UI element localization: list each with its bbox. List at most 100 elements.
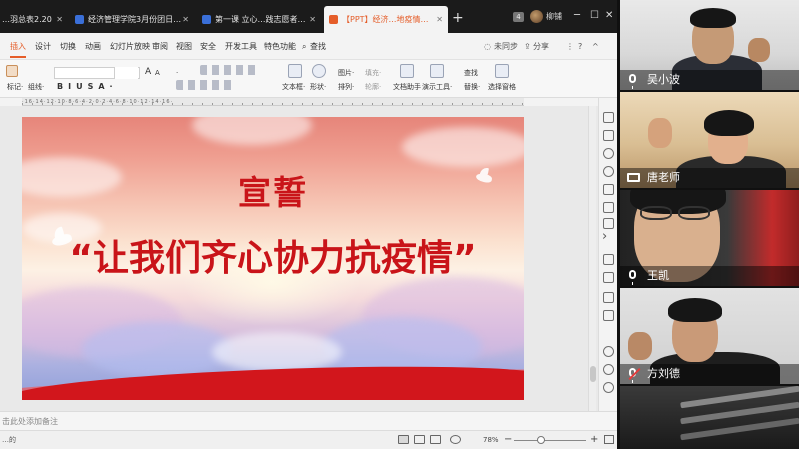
close-icon[interactable]: ✕ xyxy=(436,6,443,33)
presentation-tools-button[interactable]: 演示工具· xyxy=(422,82,452,92)
tools-icon[interactable] xyxy=(603,218,614,229)
close-window-icon[interactable]: ✕ xyxy=(605,8,613,24)
close-icon[interactable]: ✕ xyxy=(182,6,189,33)
participant-tile[interactable]: 唐老师 xyxy=(620,92,799,188)
window-icon[interactable] xyxy=(603,292,614,303)
menu-search[interactable]: 查找 xyxy=(310,40,326,54)
shape-icon[interactable] xyxy=(312,64,326,78)
screen-share-icon[interactable] xyxy=(627,173,640,182)
fit-window-icon[interactable] xyxy=(604,435,614,444)
normal-view-icon[interactable] xyxy=(398,435,409,444)
doc-tab-2[interactable]: 经济管理学院3月份团日活动计划 ✕ xyxy=(70,6,194,33)
sync-icon[interactable]: ◌ xyxy=(484,40,491,54)
participant-tile[interactable]: 方刘德 xyxy=(620,288,799,384)
collapse-ribbon-icon[interactable]: ^ xyxy=(592,40,599,54)
calendar-icon[interactable] xyxy=(603,272,614,283)
avatar[interactable] xyxy=(530,10,543,23)
picture-icon[interactable] xyxy=(603,310,614,321)
font-size-select[interactable] xyxy=(114,67,138,79)
minimize-icon[interactable]: ─ xyxy=(574,8,580,24)
paste-options[interactable]: 标记· xyxy=(7,82,23,92)
zoom-slider-handle[interactable] xyxy=(537,436,545,444)
doc-tab-4-active[interactable]: 【PPT】经济…地疫情开展典礼 ✕ xyxy=(324,6,448,33)
user-name[interactable]: 柳铺 xyxy=(546,10,562,23)
participant-tile[interactable]: 吴小波 xyxy=(620,0,799,90)
link-icon[interactable] xyxy=(603,148,614,159)
zoom-level[interactable]: 78% xyxy=(483,434,499,446)
line-options[interactable]: 组线· xyxy=(28,82,44,92)
replace-button[interactable]: 替换· xyxy=(464,82,480,92)
arrange-button[interactable]: 排列· xyxy=(338,82,354,92)
presentation-tools-icon[interactable] xyxy=(430,64,444,78)
chevron-right-icon[interactable]: › xyxy=(602,230,607,243)
participant-tile[interactable] xyxy=(620,386,799,449)
select-pane-button[interactable]: 选择窗格 xyxy=(488,82,516,92)
notes-placeholder[interactable]: 击此处添加备注 xyxy=(2,416,58,428)
share-button[interactable]: 分享 xyxy=(533,40,549,54)
slide-title[interactable]: 宣誓 xyxy=(22,173,524,213)
settings-icon[interactable] xyxy=(603,346,614,357)
window-count-badge[interactable]: 4 xyxy=(513,12,524,22)
microphone-muted-icon[interactable] xyxy=(629,368,636,383)
microphone-icon[interactable] xyxy=(629,74,636,89)
fill-button[interactable]: 填充· xyxy=(365,68,381,78)
share-icon[interactable]: ⇪ xyxy=(524,40,531,54)
picture-button[interactable]: 图片· xyxy=(338,68,354,78)
notes-pane[interactable]: 击此处添加备注 xyxy=(0,411,617,431)
font-size-increase[interactable]: A xyxy=(145,67,151,77)
grid-icon[interactable] xyxy=(603,202,614,213)
menu-item-design[interactable]: 设计 xyxy=(35,40,51,54)
menu-item-security[interactable]: 安全 xyxy=(200,40,216,54)
close-icon[interactable]: ✕ xyxy=(309,6,316,33)
format-buttons[interactable]: BIUSA· xyxy=(57,82,118,92)
vertical-scrollbar[interactable] xyxy=(588,106,596,411)
current-slide[interactable]: 宣誓 “让我们齐心协力抗疫情” xyxy=(22,117,524,400)
scrollbar-thumb[interactable] xyxy=(590,366,596,382)
text-box-button[interactable]: 文本框· xyxy=(282,82,305,92)
image-icon[interactable] xyxy=(603,254,614,265)
sync-status[interactable]: 未同步 xyxy=(494,40,518,54)
slide-subtitle[interactable]: “让我们齐心协力抗疫情” xyxy=(22,237,524,281)
menu-item-view[interactable]: 视图 xyxy=(176,40,192,54)
menu-item-features[interactable]: 特色功能 xyxy=(264,40,296,54)
home-icon[interactable] xyxy=(603,112,614,123)
search-icon[interactable]: ⌕ xyxy=(302,40,306,54)
maximize-icon[interactable]: ☐ xyxy=(590,8,599,24)
microphone-icon[interactable] xyxy=(629,270,636,285)
list-icon[interactable] xyxy=(200,65,260,75)
find-button[interactable]: 查找 xyxy=(464,68,478,78)
zoom-slider[interactable] xyxy=(514,440,586,441)
outline-button[interactable]: 轮廓· xyxy=(365,82,381,92)
doc-helper-icon[interactable] xyxy=(400,64,414,78)
text-box-icon[interactable] xyxy=(288,64,302,78)
menu-item-animation[interactable]: 动画 xyxy=(85,40,101,54)
align-icon[interactable] xyxy=(176,80,236,90)
new-tab-button[interactable]: + xyxy=(452,7,464,29)
doc-helper-button[interactable]: 文档助手 xyxy=(393,82,421,92)
menu-item-developer[interactable]: 开发工具 xyxy=(225,40,257,54)
reading-view-icon[interactable] xyxy=(430,435,441,444)
font-size-decrease[interactable]: A xyxy=(155,68,160,78)
menu-item-review[interactable]: 审阅 xyxy=(152,40,168,54)
select-pane-icon[interactable] xyxy=(495,64,509,78)
history-icon[interactable] xyxy=(603,364,614,375)
zoom-out-button[interactable]: − xyxy=(504,433,512,446)
more-icon[interactable]: ⋮ xyxy=(566,40,574,54)
sorter-view-icon[interactable] xyxy=(414,435,425,444)
doc-tab-3[interactable]: 第一课 立心…践志愿者发言) ✕ xyxy=(197,6,321,33)
slideshow-play-icon[interactable] xyxy=(450,435,461,444)
help-icon[interactable]: ? xyxy=(578,40,582,54)
bell-icon[interactable] xyxy=(603,184,614,195)
participant-tile[interactable]: 王凯 xyxy=(620,190,799,286)
shape-button[interactable]: 形状· xyxy=(310,82,326,92)
design-icon[interactable] xyxy=(603,130,614,141)
help-circle-icon[interactable] xyxy=(603,382,614,393)
format-painter-icon[interactable] xyxy=(6,65,18,77)
menu-item-insert[interactable]: 插入 xyxy=(10,40,26,54)
menu-item-slideshow[interactable]: 幻灯片放映 xyxy=(110,40,150,54)
zoom-in-button[interactable]: + xyxy=(590,433,598,446)
close-icon[interactable]: ✕ xyxy=(56,6,63,33)
doc-tab-1[interactable]: …羽总表2.20 ✕ xyxy=(0,6,68,33)
location-icon[interactable] xyxy=(603,166,614,177)
menu-item-transition[interactable]: 切换 xyxy=(60,40,76,54)
